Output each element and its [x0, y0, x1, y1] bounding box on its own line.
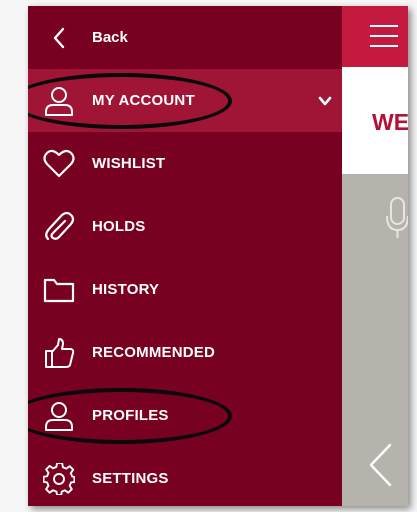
folder-icon — [42, 273, 76, 307]
gear-icon — [42, 462, 76, 496]
navigation-drawer: Back MY ACCOUNT WISHLIST HOLDS HISTORY R… — [28, 6, 342, 506]
screenshot-frame: Back MY ACCOUNT WISHLIST HOLDS HISTORY R… — [0, 0, 417, 512]
menu-label-holds: HOLDS — [92, 218, 146, 235]
menu-label-recommended: RECOMMENDED — [92, 344, 216, 361]
thumbs-up-icon — [42, 336, 76, 370]
main-content-pane: WE — [342, 6, 408, 506]
welcome-banner: WE — [342, 67, 408, 174]
previous-arrow-icon[interactable] — [366, 442, 396, 488]
chevron-down-icon[interactable] — [318, 94, 332, 108]
menu-label-wishlist: WISHLIST — [92, 155, 166, 172]
menu-label-history: HISTORY — [92, 281, 160, 298]
top-app-bar — [342, 6, 408, 67]
welcome-heading: WE — [372, 109, 408, 135]
paperclip-icon — [42, 210, 76, 244]
app-screen: Back MY ACCOUNT WISHLIST HOLDS HISTORY R… — [28, 6, 408, 506]
menu-item-history[interactable]: HISTORY — [28, 258, 342, 321]
menu-item-profiles[interactable]: PROFILES — [28, 384, 342, 447]
menu-label-profiles: PROFILES — [92, 407, 169, 424]
back-button[interactable]: Back — [28, 6, 342, 69]
user-icon — [42, 84, 76, 118]
user-icon — [42, 399, 76, 433]
menu-item-wishlist[interactable]: WISHLIST — [28, 132, 342, 195]
back-label: Back — [92, 29, 128, 46]
menu-item-my-account[interactable]: MY ACCOUNT — [28, 69, 342, 132]
menu-item-settings[interactable]: SETTINGS — [28, 447, 342, 506]
menu-label-settings: SETTINGS — [92, 470, 169, 487]
microphone-icon[interactable] — [382, 196, 408, 242]
menu-item-recommended[interactable]: RECOMMENDED — [28, 321, 342, 384]
menu-label-my-account: MY ACCOUNT — [92, 92, 195, 109]
heart-icon — [42, 147, 76, 181]
back-chevron-icon — [42, 21, 76, 55]
hamburger-menu-icon[interactable] — [370, 25, 398, 47]
menu-item-holds[interactable]: HOLDS — [28, 195, 342, 258]
